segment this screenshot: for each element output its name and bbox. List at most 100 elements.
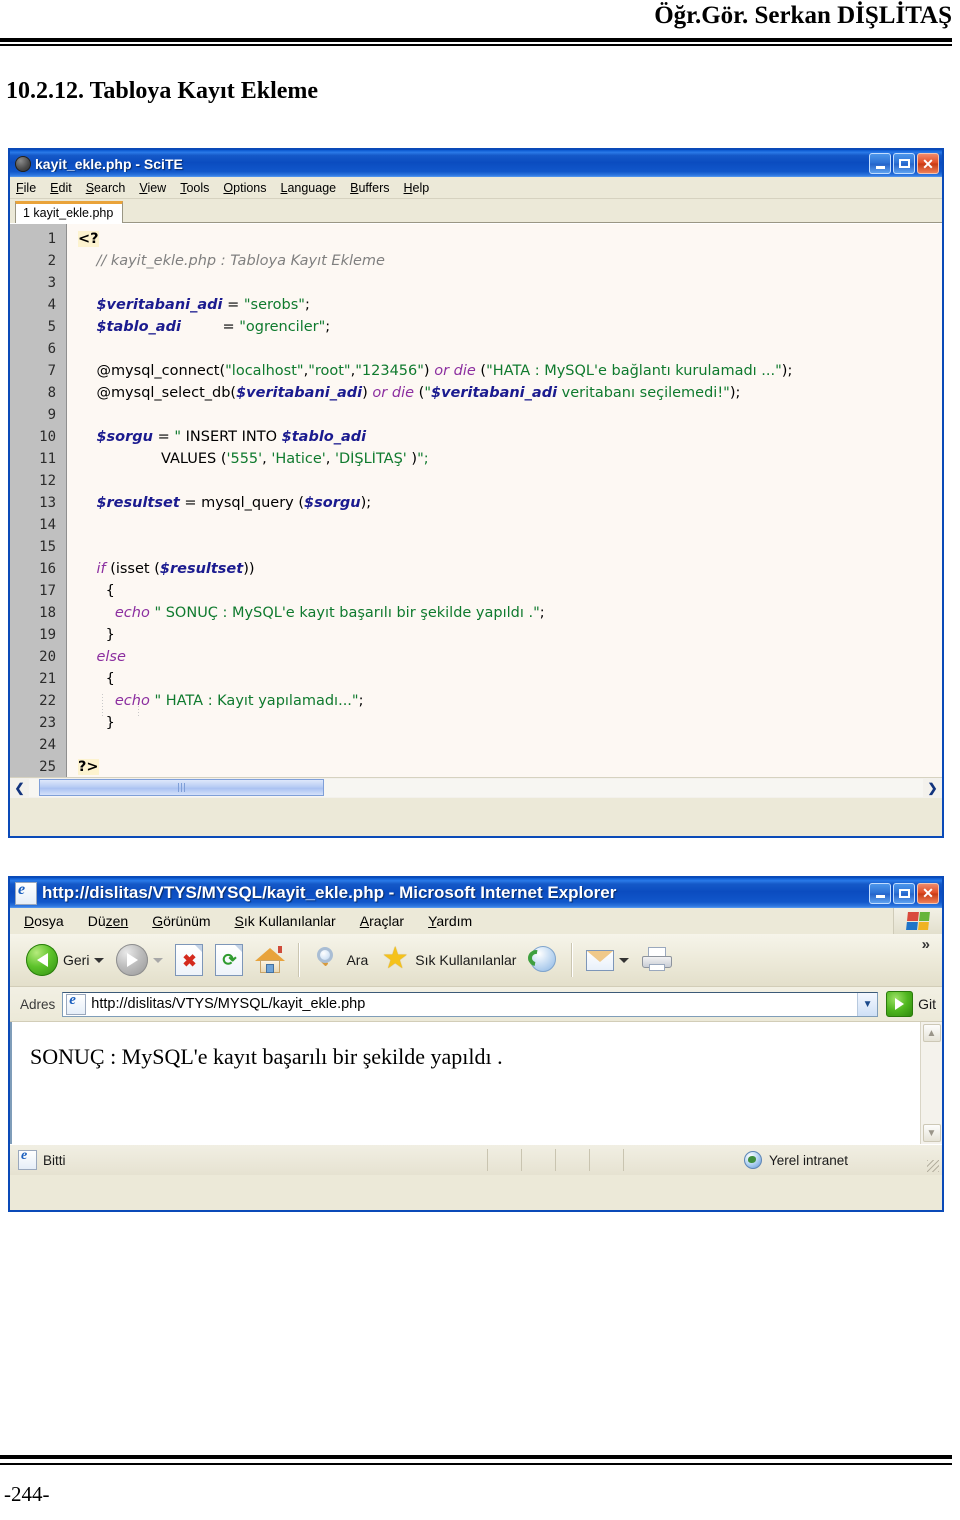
code-editor[interactable]: 1 <? 2 // kayit_ekle.php : Tabloya Kayıt E… [10,223,942,777]
print-button[interactable] [635,947,679,973]
line-number: 2 [47,253,56,269]
line-number: 17 [39,583,56,599]
code-line: 12 [10,470,942,492]
browser-viewport: SONUÇ : MySQL'e kayıt başarılı bir şekil… [10,1022,942,1144]
page-number: -244- [4,1482,50,1506]
minimize-button[interactable] [869,153,891,174]
mail-dropdown-icon[interactable] [619,957,630,963]
scroll-up-button[interactable]: ▲ [922,1024,941,1042]
menu-dosya[interactable]: Dosya [24,913,64,929]
menu-gorunum[interactable]: Görünüm [152,913,210,929]
forward-history-dropdown-icon[interactable] [153,957,164,963]
search-button-label: Ara [346,952,369,968]
status-pane-3 [522,1149,556,1171]
document-header: Öğr.Gör. Serkan DİŞLİTAŞ [0,0,960,46]
menu-options[interactable]: Options [223,181,266,195]
code-line: 2 // kayit_ekle.php : Tabloya Kayıt Ekle… [10,250,942,272]
mail-button[interactable] [580,949,635,971]
footer-rule-thick [0,1455,952,1459]
menu-search[interactable]: Search [86,181,126,195]
code-line: 17 { [10,580,942,602]
ie-titlebar[interactable]: http://dislitas/VTYS/MYSQL/kayit_ekle.ph… [10,878,942,908]
menu-file[interactable]: File [16,181,36,195]
address-bar: Adres http://dislitas/VTYS/MYSQL/kayit_e… [10,987,942,1022]
scroll-right-button[interactable]: ❯ [923,779,942,797]
printer-icon [641,947,673,973]
go-button-label: Git [918,996,936,1012]
go-button[interactable]: Git [886,991,936,1017]
code-line: 25 ?> [10,756,942,777]
menu-view[interactable]: View [139,181,166,195]
menu-duzen[interactable]: Düzen [88,913,128,929]
resize-grip-icon[interactable] [927,1160,939,1172]
menu-edit[interactable]: Edit [50,181,72,195]
line-number: 6 [47,341,56,357]
arrow-right-icon [895,998,905,1010]
menu-yardim[interactable]: Yardım [428,913,472,929]
home-button[interactable] [249,946,291,974]
editor-tab-kayit-ekle[interactable]: 1 kayit_ekle.php [15,201,124,223]
back-button[interactable]: Geri [20,944,110,976]
status-pane-4 [556,1149,590,1171]
scite-titlebar[interactable]: kayit_ekle.php - SciTE ✕ [10,150,942,177]
menu-tools[interactable]: Tools [180,181,209,195]
favorites-button[interactable]: ★ Sık Kullanılanlar [374,944,522,974]
stop-button[interactable]: ✖ [169,944,209,976]
toolbar-separator [298,943,301,977]
line-number: 5 [47,319,56,335]
scroll-down-button[interactable]: ▼ [922,1124,941,1142]
arrow-left-icon [36,953,48,967]
ie-minimize-button[interactable] [869,882,891,904]
scrollbar-thumb[interactable] [39,779,324,796]
menu-araclar[interactable]: Araçlar [360,913,404,929]
ie-close-button[interactable]: ✕ [917,882,939,904]
address-dropdown-icon[interactable]: ▼ [857,992,878,1016]
history-button[interactable] [522,946,564,974]
scite-menubar: File Edit Search View Tools Options Lang… [10,177,942,199]
page-favicon [66,992,87,1015]
scroll-left-button[interactable]: ❮ [10,779,29,797]
search-button[interactable]: Ara [307,946,374,974]
code-text-area: 1 <? 2 // kayit_ekle.php : Tabloya Kayıt E… [10,228,942,777]
menu-language[interactable]: Language [281,181,337,195]
line-number: 24 [39,737,56,753]
menu-buffers[interactable]: Buffers [350,181,389,195]
line-content: ?> [78,759,99,775]
close-button[interactable]: ✕ [917,153,939,174]
refresh-button[interactable]: ⟳ [209,944,249,976]
code-line: 10 $sorgu = " INSERT INTO $tablo_adi [10,426,942,448]
minimize-icon [875,895,885,898]
code-line: 21 { [10,668,942,690]
scrollbar-track[interactable] [29,779,923,797]
editor-horizontal-scrollbar[interactable]: ❮ ❯ [10,777,942,798]
forward-button[interactable] [110,944,169,976]
arrow-right-icon [126,953,138,967]
line-content: echo " HATA : Kayıt yapılamadı..."; [114,693,364,709]
minimize-icon [875,165,885,169]
code-line: 16 if (isset ($resultset)) [10,558,942,580]
toolbar-separator [571,943,574,977]
line-content: { [105,671,115,687]
scite-app-icon [15,155,31,172]
code-line: 20 else [10,646,942,668]
line-number: 9 [47,407,56,423]
refresh-icon: ⟳ [215,944,244,976]
menu-help[interactable]: Help [404,181,430,195]
code-line: 14 [10,514,942,536]
page-vertical-scrollbar[interactable]: ▲ ▼ [920,1022,942,1144]
back-history-dropdown-icon[interactable] [94,957,105,963]
code-line: 11 VALUES ('555', 'Hatice', 'DİŞLİTAŞ' )… [10,448,942,470]
address-input[interactable]: http://dislitas/VTYS/MYSQL/kayit_ekle.ph… [62,991,879,1017]
maximize-button[interactable] [893,153,915,174]
header-rule-thin [0,44,952,46]
menu-sik-kullanilanlar[interactable]: Sık Kullanılanlar [235,913,336,929]
line-number: 25 [39,759,56,775]
ie-maximize-button[interactable] [893,882,915,904]
code-line: 3 [10,272,942,294]
line-content: $tablo_adi = "ogrenciler"; [96,319,331,335]
code-line: 4 $veritabani_adi = "serobs"; [10,294,942,316]
toolbar-overflow-button[interactable]: » [922,936,936,953]
footer-rule-thin [0,1463,952,1465]
security-zone-pane[interactable]: Yerel intranet [624,1149,942,1171]
close-icon: ✕ [922,155,934,172]
